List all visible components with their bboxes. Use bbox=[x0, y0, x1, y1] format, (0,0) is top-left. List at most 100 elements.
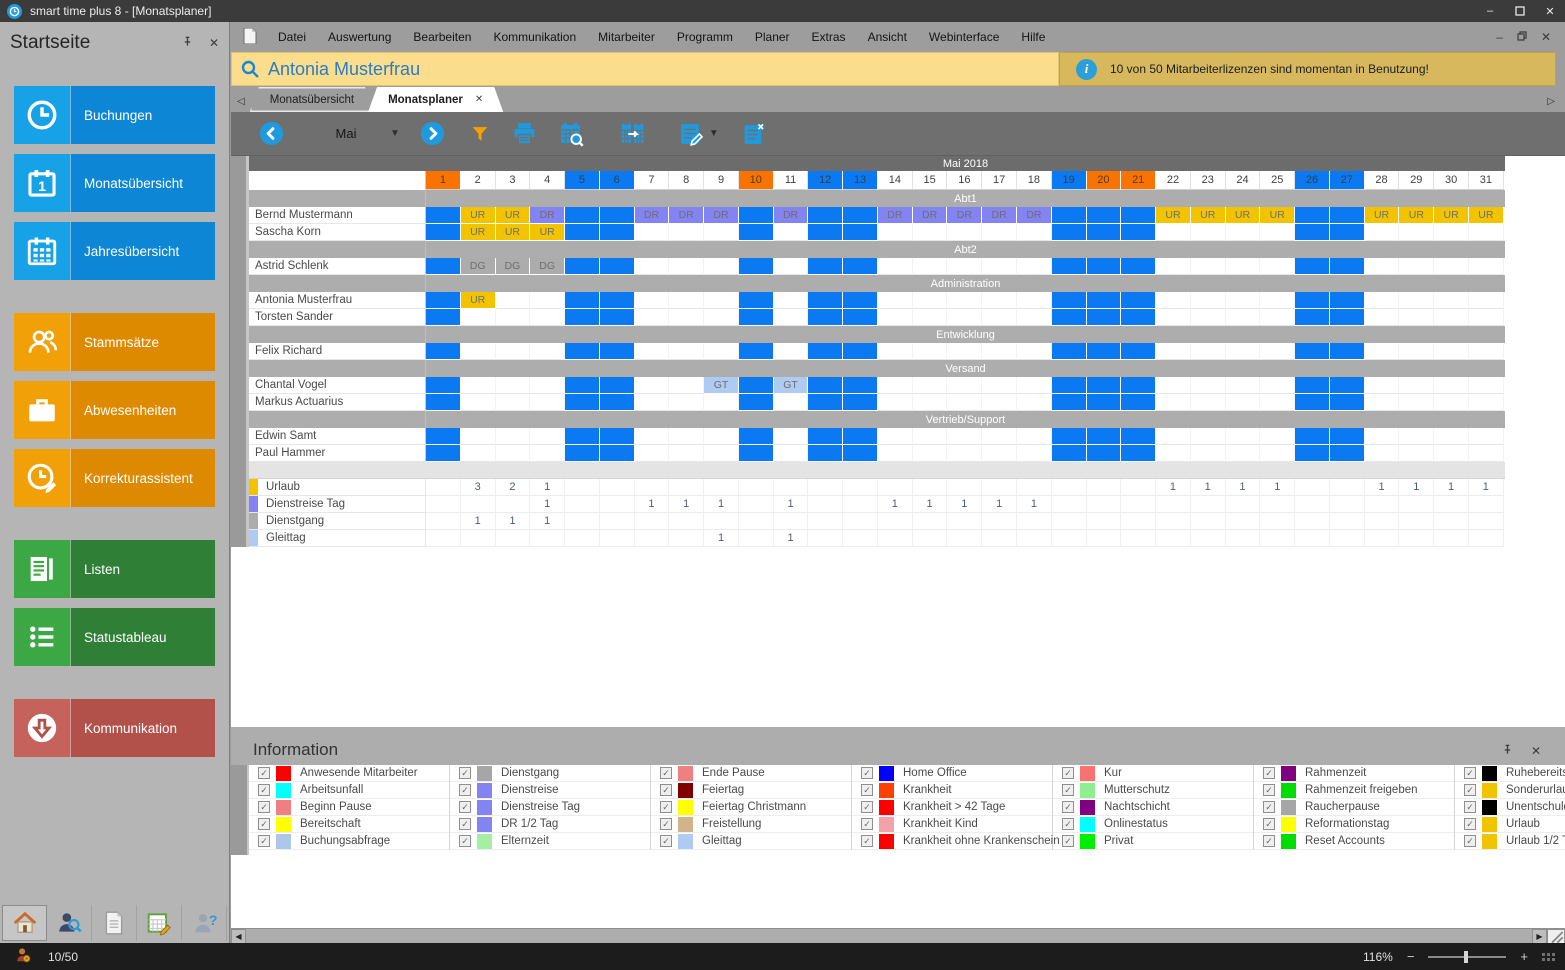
planner-cell[interactable]: UR bbox=[461, 292, 496, 309]
planner-cell[interactable] bbox=[1156, 309, 1191, 326]
planner-cell[interactable] bbox=[1295, 207, 1330, 224]
planner-cell[interactable] bbox=[1260, 394, 1295, 411]
planner-cell[interactable] bbox=[669, 309, 704, 326]
planner-cell[interactable] bbox=[1087, 207, 1122, 224]
planner-cell[interactable] bbox=[565, 377, 600, 394]
planner-cell[interactable] bbox=[947, 377, 982, 394]
note-delete-icon[interactable] bbox=[741, 121, 767, 147]
planner-cell[interactable] bbox=[1052, 207, 1087, 224]
planner-cell[interactable] bbox=[530, 428, 565, 445]
planner-cell[interactable] bbox=[704, 343, 739, 360]
planner-cell[interactable] bbox=[1087, 343, 1122, 360]
planner-cell[interactable] bbox=[426, 343, 461, 360]
planner-cell[interactable]: UR bbox=[461, 224, 496, 241]
planner-cell[interactable] bbox=[878, 445, 913, 462]
day-header-6[interactable]: 6 bbox=[600, 171, 635, 190]
planner-cell[interactable] bbox=[1260, 377, 1295, 394]
planner-cell[interactable] bbox=[426, 224, 461, 241]
planner-cell[interactable] bbox=[1121, 292, 1156, 309]
planner-cell[interactable] bbox=[600, 343, 635, 360]
planner-cell[interactable] bbox=[913, 224, 948, 241]
planner-cell[interactable] bbox=[635, 224, 670, 241]
day-header-17[interactable]: 17 bbox=[982, 171, 1017, 190]
sidebar-button-abwesenheiten[interactable]: Abwesenheiten bbox=[14, 381, 215, 439]
planner-cell[interactable] bbox=[1191, 292, 1226, 309]
planner-cell[interactable] bbox=[843, 377, 878, 394]
planner-cell[interactable] bbox=[739, 377, 774, 394]
planner-cell[interactable] bbox=[600, 207, 635, 224]
planner-cell[interactable] bbox=[1226, 224, 1261, 241]
planner-cell[interactable] bbox=[982, 309, 1017, 326]
planner-cell[interactable] bbox=[913, 343, 948, 360]
day-header-1[interactable]: 1 bbox=[426, 171, 461, 190]
planner-cell[interactable] bbox=[426, 394, 461, 411]
footer-tab-calendar-edit-icon[interactable] bbox=[137, 905, 182, 941]
menu-planer[interactable]: Planer bbox=[744, 26, 801, 48]
day-header-22[interactable]: 22 bbox=[1156, 171, 1191, 190]
planner-cell[interactable] bbox=[1469, 224, 1504, 241]
planner-cell[interactable] bbox=[704, 445, 739, 462]
day-header-28[interactable]: 28 bbox=[1365, 171, 1400, 190]
planner-cell[interactable]: DR bbox=[878, 207, 913, 224]
legend-checkbox[interactable]: ✓ bbox=[660, 784, 672, 796]
planner-cell[interactable] bbox=[1295, 394, 1330, 411]
tab-monatsübersicht[interactable]: Monatsübersicht bbox=[250, 87, 374, 112]
planner-cell[interactable] bbox=[1121, 445, 1156, 462]
planner-cell[interactable] bbox=[565, 258, 600, 275]
planner-cell[interactable]: DR bbox=[635, 207, 670, 224]
menu-webinterface[interactable]: Webinterface bbox=[918, 26, 1010, 48]
planner-cell[interactable] bbox=[704, 224, 739, 241]
planner-cell[interactable] bbox=[1365, 394, 1400, 411]
day-header-18[interactable]: 18 bbox=[1017, 171, 1052, 190]
planner-cell[interactable] bbox=[1399, 309, 1434, 326]
legend-checkbox[interactable]: ✓ bbox=[861, 784, 873, 796]
legend-checkbox[interactable]: ✓ bbox=[660, 801, 672, 813]
legend-checkbox[interactable]: ✓ bbox=[1263, 835, 1275, 847]
planner-cell[interactable] bbox=[913, 377, 948, 394]
planner-cell[interactable] bbox=[1295, 309, 1330, 326]
legend-checkbox[interactable]: ✓ bbox=[1263, 818, 1275, 830]
legend-checkbox[interactable]: ✓ bbox=[1464, 767, 1476, 779]
planner-cell[interactable] bbox=[1295, 428, 1330, 445]
day-header-3[interactable]: 3 bbox=[496, 171, 531, 190]
legend-checkbox[interactable]: ✓ bbox=[258, 835, 270, 847]
legend-checkbox[interactable]: ✓ bbox=[1263, 767, 1275, 779]
information-pin-icon[interactable] bbox=[1502, 742, 1513, 760]
planner-cell[interactable] bbox=[1434, 292, 1469, 309]
planner-cell[interactable]: UR bbox=[1191, 207, 1226, 224]
planner-cell[interactable] bbox=[1330, 428, 1365, 445]
planner-cell[interactable] bbox=[530, 445, 565, 462]
planner-cell[interactable] bbox=[461, 445, 496, 462]
planner-cell[interactable] bbox=[1226, 258, 1261, 275]
sidebar-button-stammsätze[interactable]: Stammsätze bbox=[14, 313, 215, 371]
planner-cell[interactable] bbox=[1191, 428, 1226, 445]
planner-cell[interactable] bbox=[739, 258, 774, 275]
planner-cell[interactable] bbox=[1017, 445, 1052, 462]
legend-checkbox[interactable]: ✓ bbox=[660, 767, 672, 779]
day-header-29[interactable]: 29 bbox=[1399, 171, 1434, 190]
employee-name[interactable]: Astrid Schlenk bbox=[249, 258, 426, 275]
planner-cell[interactable] bbox=[808, 224, 843, 241]
planner-cell[interactable] bbox=[913, 309, 948, 326]
day-header-12[interactable]: 12 bbox=[808, 171, 843, 190]
planner-cell[interactable] bbox=[426, 309, 461, 326]
legend-checkbox[interactable]: ✓ bbox=[459, 784, 471, 796]
planner-cell[interactable] bbox=[496, 428, 531, 445]
legend-checkbox[interactable]: ✓ bbox=[258, 818, 270, 830]
zoom-slider-handle[interactable] bbox=[1464, 951, 1468, 963]
legend-checkbox[interactable]: ✓ bbox=[459, 835, 471, 847]
planner-cell[interactable] bbox=[1469, 377, 1504, 394]
next-month-button[interactable] bbox=[420, 121, 445, 146]
planner-cell[interactable] bbox=[1052, 394, 1087, 411]
planner-cell[interactable] bbox=[982, 428, 1017, 445]
menu-datei[interactable]: Datei bbox=[267, 26, 317, 48]
search-input[interactable] bbox=[231, 52, 1059, 86]
day-header-14[interactable]: 14 bbox=[878, 171, 913, 190]
planner-cell[interactable] bbox=[1365, 292, 1400, 309]
planner-cell[interactable] bbox=[600, 445, 635, 462]
planner-cell[interactable] bbox=[913, 292, 948, 309]
employee-name[interactable]: Bernd Mustermann bbox=[249, 207, 426, 224]
planner-cell[interactable] bbox=[1121, 309, 1156, 326]
planner-cell[interactable]: UR bbox=[1434, 207, 1469, 224]
planner-cell[interactable] bbox=[1295, 377, 1330, 394]
